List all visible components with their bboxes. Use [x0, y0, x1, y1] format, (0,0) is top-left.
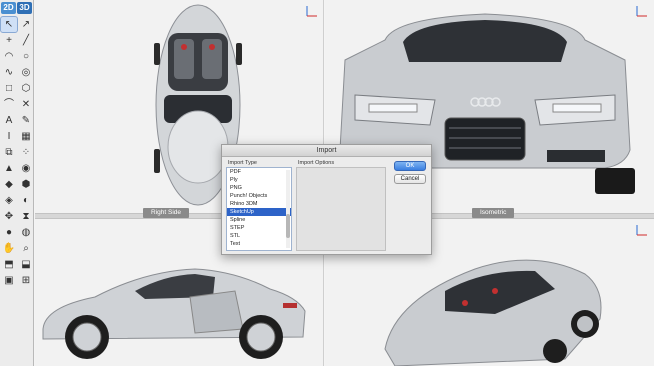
pan-hand-icon[interactable]: ✋	[1, 241, 17, 256]
spiral-icon[interactable]: ◎	[18, 65, 34, 80]
mode-2d-tab[interactable]: 2D	[1, 2, 16, 14]
select-vertex-icon[interactable]: ↗	[18, 17, 34, 32]
import-type-item[interactable]: STEP	[227, 224, 291, 232]
polygon-icon[interactable]: ⬡	[18, 81, 34, 96]
extrude-icon[interactable]: ▲	[1, 161, 17, 176]
axis-indicator-icon	[636, 225, 647, 236]
text-icon[interactable]: A	[1, 113, 17, 128]
import-type-item[interactable]: PNG	[227, 184, 291, 192]
freeform-icon[interactable]: ⌒	[1, 97, 17, 112]
import-options-header: Import Options	[298, 160, 335, 166]
zoom-icon[interactable]: ⌕	[18, 241, 34, 256]
scrollbar-thumb[interactable]	[286, 214, 290, 238]
import-options-panel	[296, 167, 386, 251]
import-type-item[interactable]: STL	[227, 232, 291, 240]
revolve-icon[interactable]: ◉	[18, 161, 34, 176]
line-icon[interactable]: ╱	[18, 33, 34, 48]
import-type-item[interactable]: Punch! Objects	[227, 192, 291, 200]
sweep-icon[interactable]: ⬢	[18, 177, 34, 192]
boolean-icon[interactable]: ◈	[1, 193, 17, 208]
cancel-button[interactable]: Cancel	[394, 174, 426, 184]
arc-icon[interactable]: ◠	[1, 49, 17, 64]
import-type-item[interactable]: SketchUp	[227, 208, 291, 216]
import-type-item[interactable]: Rhino 3DM	[227, 200, 291, 208]
material-icon[interactable]: ●	[1, 225, 17, 240]
import-type-item[interactable]: PDF	[227, 168, 291, 176]
cad-app-window: 2D 3D ↖ ↗ + ╱ ◠ ○ ∿ ◎ □ ⬡ ⌒ ✕ A ✎ I ▦ ⧉ ⁘ ▲ ◉ ◆ ⬢ ◈ ◐ ✥ ⧗ ● ◍ ✋ ⌕ ⬒ ⬓ ▣ ⊞	[0, 0, 654, 366]
tool-grid: ↖ ↗ + ╱ ◠ ○ ∿ ◎ □ ⬡ ⌒ ✕ A ✎ I ▦ ⧉ ⁘ ▲ ◉ ◆ ⬢ ◈ ◐ ✥ ⧗ ● ◍ ✋ ⌕ ⬒ ⬓ ▣ ⊞	[0, 16, 33, 289]
ok-button[interactable]: OK	[394, 161, 426, 171]
loft-icon[interactable]: ◆	[1, 177, 17, 192]
dialog-title[interactable]: Import	[222, 145, 431, 157]
mode-3d-tab[interactable]: 3D	[17, 2, 32, 14]
axis-indicator-icon	[636, 6, 647, 17]
list-scrollbar[interactable]	[286, 170, 290, 248]
trim-icon[interactable]: ✕	[18, 97, 34, 112]
import-type-item[interactable]: Text	[227, 240, 291, 248]
import-type-header: Import Type	[228, 160, 257, 166]
mirror-icon[interactable]: ⧗	[18, 209, 34, 224]
import-type-list[interactable]: PDF Ply PNG Punch! Objects Rhino 3DM SketchUp…	[226, 167, 292, 251]
hatch-icon[interactable]: ▦	[18, 129, 34, 144]
tool-palette: 2D 3D ↖ ↗ + ╱ ◠ ○ ∿ ◎ □ ⬡ ⌒ ✕ A ✎ I ▦ ⧉ ⁘ ▲ ◉ ◆ ⬢ ◈ ◐ ✥ ⧗ ● ◍ ✋ ⌕ ⬒ ⬓ ▣ ⊞	[0, 0, 34, 366]
point-icon[interactable]: +	[1, 33, 17, 48]
import-type-item[interactable]: Ply	[227, 176, 291, 184]
cube-icon[interactable]: ▣	[1, 273, 17, 288]
select-arrow-icon[interactable]: ↖	[0, 16, 18, 33]
viewport-label-right-side[interactable]: Right Side	[143, 208, 189, 218]
render-icon[interactable]: ◍	[18, 225, 34, 240]
fillet-icon[interactable]: ◐	[18, 193, 34, 208]
rectangle-icon[interactable]: □	[1, 81, 17, 96]
dimension-icon[interactable]: I	[1, 129, 17, 144]
curve-icon[interactable]: ∿	[1, 65, 17, 80]
mode-tabs: 2D 3D	[0, 0, 33, 16]
import-type-item[interactable]: Spline	[227, 216, 291, 224]
import-type-items: PDF Ply PNG Punch! Objects Rhino 3DM SketchUp…	[227, 168, 291, 248]
transform-icon[interactable]: ✥	[1, 209, 17, 224]
import-dialog: Import Import Type Import Options PDF Ply…	[221, 144, 432, 255]
view-top-icon[interactable]: ⬒	[1, 257, 17, 272]
circle-icon[interactable]: ○	[18, 49, 34, 64]
group-icon[interactable]: ⧉	[1, 145, 17, 160]
wireframe-icon[interactable]: ⊞	[18, 273, 34, 288]
view-iso-icon[interactable]: ⬓	[18, 257, 34, 272]
axis-indicator-icon	[306, 6, 317, 17]
pen-icon[interactable]: ✎	[18, 113, 34, 128]
array-icon[interactable]: ⁘	[18, 145, 34, 160]
viewport-label-isometric[interactable]: Isometric	[472, 208, 515, 218]
